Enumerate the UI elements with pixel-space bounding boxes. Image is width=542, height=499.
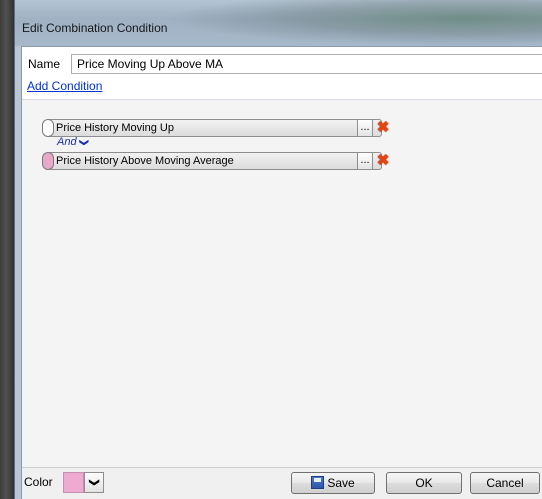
delete-icon[interactable]: ✖	[375, 120, 391, 136]
floppy-disk-icon	[311, 476, 325, 489]
save-button[interactable]: Save	[291, 472, 375, 494]
save-label: Save	[327, 476, 355, 490]
condition-label: Price History Above Moving Average	[56, 155, 234, 167]
chevron-down-icon: ❯	[88, 478, 100, 487]
footer-bar: Color ❯ Save OK Cancel	[22, 467, 542, 499]
operator-label: And	[57, 136, 77, 148]
condition-options-button[interactable]: ...	[357, 152, 373, 170]
add-condition-link[interactable]: Add Condition	[27, 79, 102, 93]
color-dropdown-button[interactable]: ❯	[84, 472, 104, 493]
condition-handle[interactable]	[42, 152, 54, 170]
title-bar-glow	[165, 0, 542, 46]
ok-button[interactable]: OK	[386, 472, 462, 494]
color-label: Color	[24, 475, 53, 489]
delete-icon[interactable]: ✖	[375, 153, 391, 169]
color-swatch[interactable]	[63, 472, 84, 493]
dialog-content: Name Add Condition Price History Moving …	[21, 46, 542, 499]
name-label: Name	[28, 57, 61, 71]
chevron-down-icon: ❯	[78, 138, 89, 147]
condition-options-button[interactable]: ...	[357, 119, 373, 137]
title-bar[interactable]: Edit Combination Condition	[15, 0, 542, 46]
condition-item[interactable]: Price History Above Moving Average ... ✖	[42, 152, 389, 170]
conditions-area: Price History Moving Up ... ✖ And ❯ Pric…	[22, 100, 542, 467]
condition-item[interactable]: Price History Moving Up ... ✖	[42, 119, 389, 137]
condition-handle[interactable]	[42, 119, 54, 137]
condition-label: Price History Moving Up	[56, 122, 174, 134]
dialog-window: Edit Combination Condition Name Add Cond…	[14, 0, 542, 499]
window-title: Edit Combination Condition	[22, 21, 168, 35]
name-input[interactable]	[71, 54, 542, 74]
operator-selector[interactable]: And ❯	[57, 136, 89, 148]
cancel-button[interactable]: Cancel	[470, 472, 540, 494]
